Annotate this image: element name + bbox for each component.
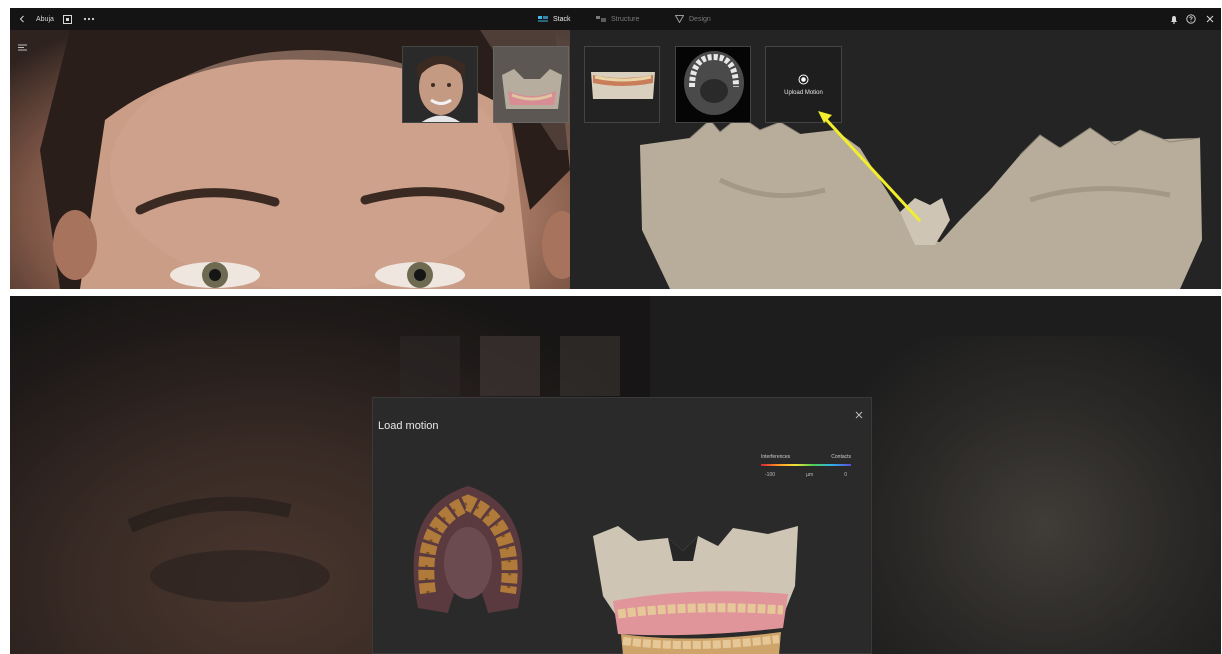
occlusion-model[interactable]: [583, 516, 803, 654]
close-icon: [855, 411, 863, 419]
stack-thumb-jaw-overlay[interactable]: [493, 46, 569, 123]
stack-thumb-ct[interactable]: [675, 46, 751, 123]
tab-structure-label: Structure: [611, 15, 640, 23]
jaw-overlay-thumbnail: [494, 47, 568, 122]
project-name[interactable]: Abuja: [36, 8, 54, 30]
structure-icon: [596, 16, 606, 22]
stack-thumb-dentition[interactable]: [584, 46, 660, 123]
design-icon: [675, 15, 684, 23]
chevron-left-icon: [19, 15, 24, 23]
tab-design[interactable]: Design: [675, 8, 711, 30]
dialog-title: Load motion: [378, 420, 439, 432]
main-viewer-panel: Abuja Stack Structure Design Upload Moti…: [10, 8, 1221, 289]
load-motion-dialog: Load motion Interferences Contacts -100 …: [372, 397, 872, 654]
legend-color-bar: [761, 464, 851, 466]
stack-thumb-face[interactable]: [402, 46, 478, 123]
upload-motion-label: Upload Motion: [784, 89, 823, 96]
help-icon: [1186, 14, 1196, 24]
hamburger-icon: [18, 44, 27, 51]
face-photo-thumbnail: [403, 47, 477, 122]
bell-icon: [1171, 15, 1177, 24]
legend-unit: µm: [806, 472, 814, 478]
ct-slice-thumbnail: [676, 47, 750, 122]
tab-structure[interactable]: Structure: [596, 8, 639, 30]
contact-legend: Interferences Contacts -100 µm 0: [761, 454, 851, 490]
tab-design-label: Design: [689, 15, 711, 23]
dentition-thumbnail: [585, 47, 659, 122]
annotation-arrow: [818, 111, 922, 223]
legend-contacts-label: Contacts: [831, 454, 851, 460]
top-toolbar: Abuja Stack Structure Design: [10, 8, 1221, 30]
close-icon: [1206, 15, 1214, 23]
more-icon: [83, 17, 95, 21]
notifications-button[interactable]: [1170, 8, 1178, 30]
menu-button[interactable]: [18, 38, 27, 56]
panel-toggle-icon: [63, 14, 72, 24]
more-menu-button[interactable]: [83, 8, 95, 30]
close-window-button[interactable]: [1206, 8, 1214, 30]
legend-min: -100: [765, 472, 776, 478]
legend-interferences-label: Interferences: [761, 454, 791, 460]
tab-stack[interactable]: Stack: [538, 8, 571, 30]
dialog-close-button[interactable]: [854, 407, 864, 419]
legend-max: 0: [844, 472, 847, 478]
stack-icon: [538, 16, 548, 22]
back-button[interactable]: [18, 8, 26, 30]
load-motion-screen: Load motion Interferences Contacts -100 …: [10, 296, 1221, 654]
tab-stack-label: Stack: [553, 15, 571, 23]
help-button[interactable]: [1186, 8, 1196, 30]
panel-toggle-button[interactable]: [63, 8, 72, 30]
record-icon: [798, 74, 809, 84]
upper-arch-model[interactable]: [388, 468, 548, 628]
